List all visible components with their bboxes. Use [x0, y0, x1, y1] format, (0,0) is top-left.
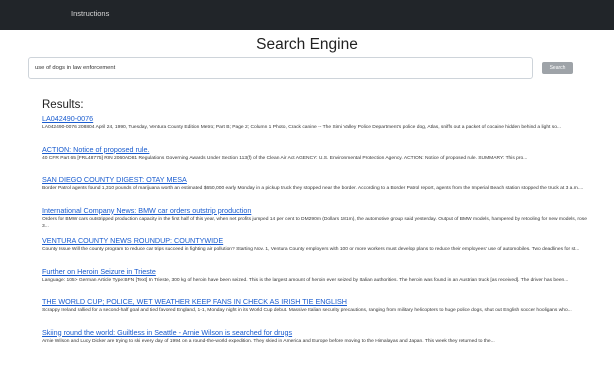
- result-title-link[interactable]: ACTION: Notice of proposed rule.: [42, 145, 592, 154]
- result-snippet: Orders for BMW cars outstripped producti…: [42, 216, 587, 230]
- result-snippet: LA042490-0076 208804 April 24, 1990, Tue…: [42, 125, 562, 130]
- page-title: Search Engine: [256, 36, 358, 53]
- search-button[interactable]: Search: [542, 62, 573, 74]
- result-snippet: 40 CFR Part 65 [FRL48775] RIN 2060AD81 R…: [42, 155, 528, 161]
- result-snippet: County Issue Will the county program to …: [42, 247, 580, 252]
- result-title-link[interactable]: VENTURA COUNTY NEWS ROUNDUP: COUNTYWIDE: [42, 236, 592, 245]
- result-title-link[interactable]: THE WORLD CUP; POLICE, WET WEATHER KEEP …: [42, 297, 592, 306]
- result-item: ACTION: Notice of proposed rule. 40 CFR …: [42, 145, 592, 176]
- result-item: VENTURA COUNTY NEWS ROUNDUP: COUNTYWIDE …: [42, 236, 592, 267]
- result-title-link[interactable]: LA042490-0076: [42, 114, 592, 123]
- results-list: LA042490-0076 LA042490-0076 208804 April…: [42, 114, 592, 358]
- result-item: Further on Heroin Seizure in Trieste Lan…: [42, 267, 592, 298]
- result-snippet: Arnie Wilson and Lucy Dicker are trying …: [42, 338, 495, 344]
- results-heading: Results:: [42, 99, 84, 111]
- result-snippet: Border Patrol agents found 1,310 pounds …: [42, 186, 584, 191]
- result-item: Skiing round the world: Guiltless in Sea…: [42, 328, 592, 359]
- result-item: THE WORLD CUP; POLICE, WET WEATHER KEEP …: [42, 297, 592, 328]
- result-item: International Company News: BMW car orde…: [42, 206, 592, 237]
- result-title-link[interactable]: International Company News: BMW car orde…: [42, 206, 592, 215]
- result-item: SAN DIEGO COUNTY DIGEST: OTAY MESA Borde…: [42, 175, 592, 206]
- result-title-link[interactable]: Skiing round the world: Guiltless in Sea…: [42, 328, 592, 337]
- result-snippet: Scrappy Ireland rallied for a second-hal…: [42, 308, 572, 313]
- result-title-link[interactable]: SAN DIEGO COUNTY DIGEST: OTAY MESA: [42, 175, 592, 184]
- top-navbar: Instructions: [0, 0, 614, 30]
- instructions-link[interactable]: Instructions: [71, 9, 109, 18]
- result-title-link[interactable]: Further on Heroin Seizure in Trieste: [42, 267, 592, 276]
- result-snippet: Language: 105> German Article Type:BFN […: [42, 277, 569, 283]
- result-item: LA042490-0076 LA042490-0076 208804 April…: [42, 114, 592, 145]
- search-input[interactable]: [28, 57, 533, 79]
